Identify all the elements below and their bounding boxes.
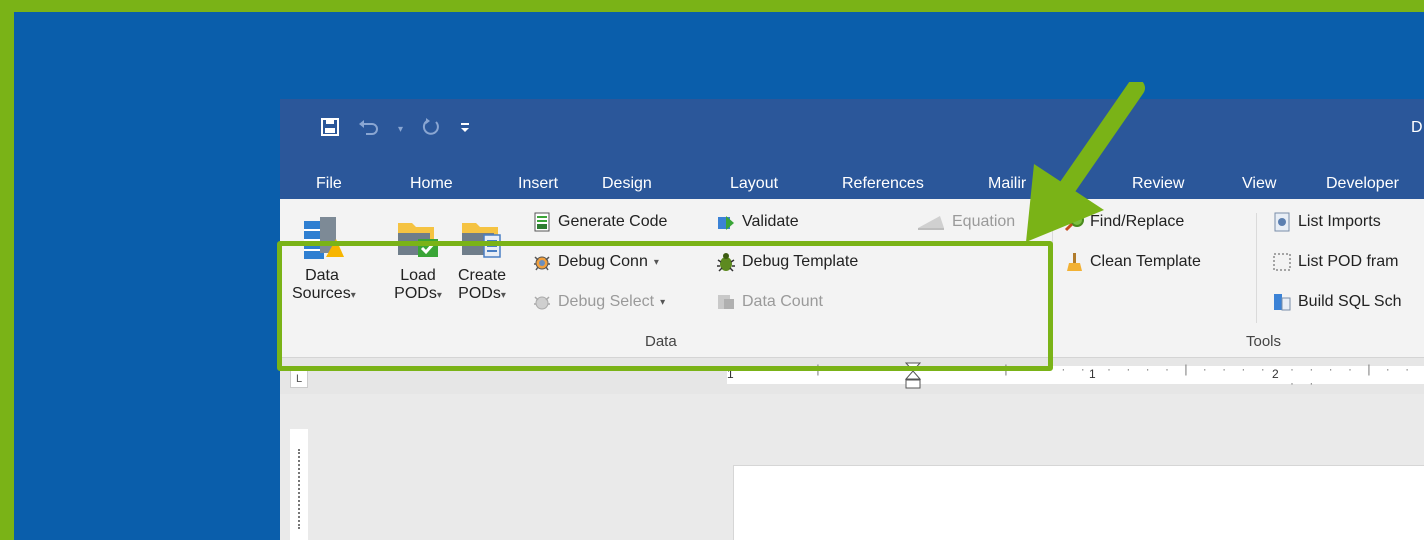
tools-divider (1256, 213, 1257, 323)
ruler-mark-2: 2 (1272, 367, 1279, 381)
validate-label: Validate (742, 213, 799, 230)
tab-references[interactable]: References (842, 175, 924, 193)
validate-icon (716, 212, 736, 232)
build-sql-label: Build SQL Sch (1298, 293, 1402, 310)
tab-developer[interactable]: Developer (1326, 175, 1399, 193)
undo-icon[interactable] (358, 118, 380, 141)
ruler-mark-1: 1 (1089, 367, 1096, 381)
list-pod-frame-label: List POD fram (1298, 253, 1399, 270)
save-icon[interactable] (320, 117, 340, 142)
tab-file[interactable]: File (316, 175, 342, 193)
data-group-highlight (277, 241, 1053, 371)
document-title: D (1411, 119, 1423, 136)
tab-design[interactable]: Design (602, 175, 652, 193)
dotted-frame-icon (1272, 252, 1292, 272)
quick-access-toolbar: ▾ (320, 117, 471, 141)
vertical-ruler (290, 429, 308, 540)
equation-icon (916, 212, 946, 232)
desktop-background: ▾ D File Home Insert Design Layout Refer… (14, 12, 1424, 540)
build-sql-button[interactable]: Build SQL Sch (1272, 289, 1401, 315)
pointer-arrow-icon (1024, 79, 1154, 257)
tab-layout[interactable]: Layout (730, 175, 778, 193)
tab-insert[interactable]: Insert (518, 175, 558, 193)
validate-button[interactable]: Validate (716, 209, 799, 235)
tab-mailings[interactable]: Mailir (988, 175, 1026, 193)
ribbon-tabs: File Home Insert Design Layout Reference… (280, 163, 1424, 199)
equation-label: Equation (952, 213, 1016, 230)
generate-code-button[interactable]: Generate Code (532, 209, 667, 235)
equation-button[interactable]: Equation (916, 209, 1015, 235)
list-imports-label: List Imports (1298, 213, 1381, 230)
document-page[interactable] (733, 465, 1424, 540)
redo-icon[interactable] (421, 117, 441, 142)
sql-schema-icon (1272, 292, 1292, 312)
generate-code-label: Generate Code (558, 213, 668, 230)
undo-dropdown-icon[interactable]: ▾ (398, 124, 403, 135)
tools-group-label: Tools (1246, 333, 1282, 350)
list-imports-button[interactable]: List Imports (1272, 209, 1381, 235)
list-pod-frame-button[interactable]: List POD fram (1272, 249, 1398, 275)
list-imports-icon (1272, 212, 1292, 232)
customize-qat-icon[interactable] (459, 120, 471, 139)
tab-home[interactable]: Home (410, 175, 453, 193)
title-bar: ▾ D (280, 99, 1424, 163)
code-file-icon (532, 212, 552, 232)
tab-view[interactable]: View (1242, 175, 1276, 193)
tab-selector[interactable]: L (290, 370, 308, 388)
